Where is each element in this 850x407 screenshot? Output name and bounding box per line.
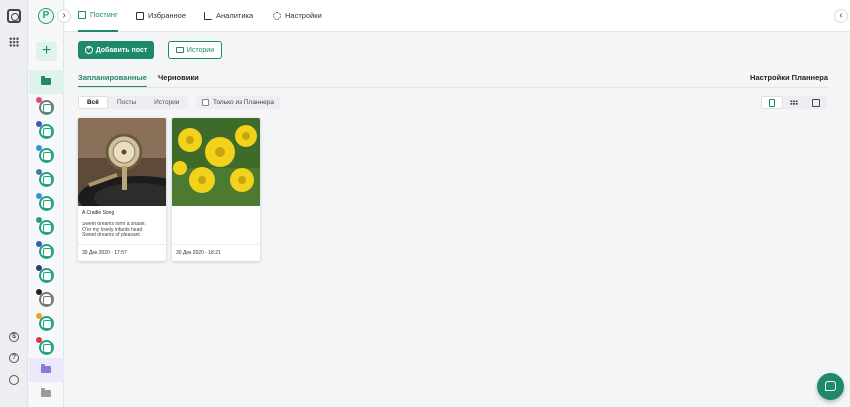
tab-scheduled[interactable]: Запланированные <box>78 73 147 88</box>
expand-panel-chevron-icon[interactable]: ‹ <box>834 9 848 23</box>
whatsapp-badge-icon <box>36 217 42 223</box>
instagram-account-icon <box>39 172 54 187</box>
left-rail: $ ? <box>0 0 28 407</box>
tab-analytics[interactable]: Аналитика <box>204 0 253 32</box>
folder-icon <box>41 364 51 373</box>
account-item[interactable] <box>29 95 64 119</box>
billing-icon[interactable]: $ <box>9 332 19 342</box>
instagram-logo-icon[interactable] <box>7 9 21 23</box>
camera-icon <box>175 47 184 53</box>
post-text <box>176 222 256 242</box>
calendar-icon <box>812 99 820 107</box>
account-item[interactable] <box>29 143 64 167</box>
filter-all[interactable]: Всё <box>78 96 108 109</box>
profile-icon[interactable] <box>9 375 19 385</box>
account-item[interactable] <box>29 335 64 359</box>
accounts-sidebar: P + <box>29 0 64 407</box>
calendar-icon <box>78 11 86 19</box>
view-grid-button[interactable] <box>783 96 805 109</box>
document-icon <box>769 99 775 107</box>
instagram-account-icon <box>39 220 54 235</box>
tab-posting[interactable]: Постинг <box>78 0 118 32</box>
account-item[interactable] <box>29 215 64 239</box>
help-icon[interactable]: ? <box>9 353 19 363</box>
post-card[interactable]: 30 Дек 2020 - 18:21 <box>172 118 260 261</box>
only-planner-label: Только из Планнера <box>213 99 274 106</box>
brand-logo: P <box>38 8 54 24</box>
post-card[interactable]: A Cradle Song Sweet dreams form a shade,… <box>78 118 166 261</box>
tiktok-badge-icon <box>36 289 42 295</box>
post-text: Sweet dreams form a shade, O'er my lovel… <box>82 222 146 239</box>
main-area: Постинг Избранное Аналитика Настройки ‹ … <box>65 0 850 407</box>
planner-settings-link[interactable]: Настройки Планнера <box>750 73 828 82</box>
tab-settings[interactable]: Настройки <box>273 0 322 32</box>
ok-badge-icon <box>36 313 42 319</box>
tab-drafts[interactable]: Черновики <box>158 73 199 82</box>
instagram-account-icon <box>39 268 54 283</box>
support-chat-button[interactable] <box>817 373 844 400</box>
add-account-button[interactable]: + <box>36 42 57 61</box>
account-avatar <box>39 100 54 115</box>
skype-badge-icon <box>36 265 42 271</box>
filter-stories[interactable]: Истории <box>145 96 188 109</box>
post-image-gramophone <box>78 118 166 206</box>
post-date: 30 Дек 2020 - 17:57 <box>78 244 166 261</box>
instagram-account-icon <box>39 244 54 259</box>
instagram-account-icon <box>39 124 54 139</box>
collapse-sidebar-chevron-icon[interactable]: › <box>57 9 71 23</box>
tab-favorites[interactable]: Избранное <box>136 0 186 32</box>
account-item[interactable] <box>29 263 64 287</box>
plus-circle-icon: + <box>84 46 93 54</box>
post-title: A Cradle Song <box>82 210 115 216</box>
add-post-label: Добавить пост <box>95 46 148 54</box>
folder-icon <box>41 388 51 397</box>
tab-label: Избранное <box>148 11 187 20</box>
stories-label: Истории <box>186 46 215 54</box>
instagram-account-icon <box>39 148 54 163</box>
stories-button[interactable]: Истории <box>168 41 222 59</box>
instagram-account-icon <box>39 196 54 211</box>
only-planner-checkbox[interactable] <box>202 99 209 106</box>
tab-label: Аналитика <box>216 11 254 20</box>
account-item[interactable] <box>29 119 64 143</box>
folder-item-active[interactable] <box>29 70 64 94</box>
account-item[interactable] <box>29 311 64 335</box>
folder-item-gray[interactable] <box>29 382 64 406</box>
facebook-badge-icon <box>36 121 42 127</box>
chart-icon <box>204 12 212 20</box>
vk-badge-icon <box>36 169 42 175</box>
post-image-flowers <box>172 118 260 206</box>
twitter-badge-icon <box>36 193 42 199</box>
instagram-account-icon <box>39 340 54 355</box>
account-item[interactable] <box>29 167 64 191</box>
view-switcher <box>761 96 827 109</box>
instagram-account-icon <box>39 292 54 307</box>
youtube-badge-icon <box>36 337 42 343</box>
add-post-button[interactable]: + Добавить пост <box>78 41 154 59</box>
gear-icon <box>273 12 281 20</box>
apps-grid-icon[interactable] <box>9 37 19 47</box>
divider <box>78 87 828 88</box>
tab-label: Постинг <box>90 10 118 19</box>
folder-item-purple[interactable] <box>29 358 64 382</box>
account-item[interactable] <box>29 287 64 311</box>
grid-dots-icon <box>790 100 798 105</box>
linkedin-badge-icon <box>36 241 42 247</box>
bookmark-icon <box>136 12 144 20</box>
filter-posts[interactable]: Посты <box>108 96 145 109</box>
chat-bubble-icon <box>825 381 836 391</box>
account-item[interactable] <box>29 239 64 263</box>
instagram-account-icon <box>39 316 54 331</box>
view-calendar-button[interactable] <box>805 96 827 109</box>
tab-label: Настройки <box>285 11 322 20</box>
view-list-button[interactable] <box>761 96 783 109</box>
top-navigation: Постинг Избранное Аналитика Настройки ‹ <box>65 0 850 32</box>
telegram-badge-icon <box>36 145 42 151</box>
post-date: 30 Дек 2020 - 18:21 <box>172 244 260 261</box>
post-type-filter: Всё Посты Истории <box>78 96 189 109</box>
status-dot-icon <box>36 97 42 103</box>
only-planner-toggle[interactable]: Только из Планнера <box>196 96 280 109</box>
folder-open-icon <box>41 76 51 85</box>
account-item[interactable] <box>29 191 64 215</box>
